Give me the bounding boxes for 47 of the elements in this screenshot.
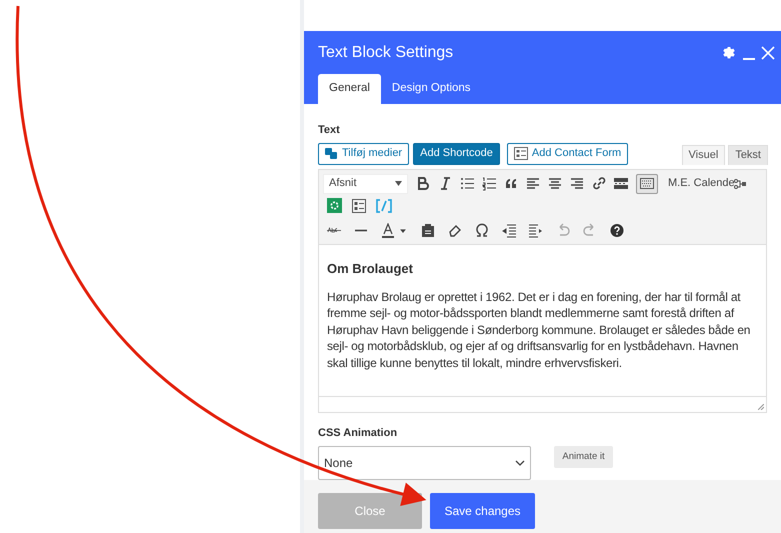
link-icon[interactable] [592,176,606,191]
content-paragraph: Høruphav Brolaug er oprettet i 1962. Det er i dag en forening, der har til formål at fremme sejl- og motor-bådssporten blandt medlemmerne samt forestå driften af Høruphav Havn beliggende i Sønderborg kommune. Brolauget er således både en sejl- og motorbådsklub, og ejer af og driftsansvarlig for en lystbådehavn. Havnen skal tillige kunne benyttes til lokalt, mindre erhvervsfiskeri. [327,289,752,372]
clipboard-icon[interactable] [421,223,435,238]
close-icon[interactable] [761,46,775,60]
tab[interactable]: Design Options [384,74,478,104]
form-icon [514,147,528,160]
align-left-icon[interactable] [526,176,540,191]
content-heading: Om Brolauget [327,260,414,278]
omega-icon[interactable] [475,223,489,238]
bold-icon[interactable] [416,176,430,191]
toolbar-toggle-button[interactable] [636,174,658,194]
shortcode-button[interactable]: Add Shortcode [413,142,500,164]
indent-icon[interactable] [529,223,543,238]
eraser-icon[interactable] [448,223,462,238]
format-select[interactable]: Afsnit [323,174,408,194]
numbered-list-icon[interactable] [482,176,496,191]
caret-icon [395,181,402,186]
window-title: Text Block Settings [318,42,454,62]
italic-icon[interactable] [438,176,452,191]
tab[interactable]: General [318,74,381,104]
outdent-icon[interactable] [502,223,516,238]
settings-icon[interactable] [721,44,737,60]
chevron-icon [515,460,525,466]
network-icon[interactable] [734,178,746,190]
add-media-button[interactable]: Tilføj medier [318,142,410,164]
animate-button[interactable]: Animate it [554,446,613,468]
keyboard-icon [640,178,654,189]
contact-form-button[interactable]: Add Contact Form [506,142,628,164]
editor-tab[interactable]: Tekst [728,144,768,164]
resize-handle-icon[interactable] [758,404,764,410]
align-center-icon[interactable] [548,176,562,191]
animation-select[interactable]: None [318,446,531,480]
field-label: CSS Animation [318,426,398,440]
text-color-icon[interactable] [381,223,395,238]
editor-tab[interactable]: Visuel [682,144,726,164]
media-icon [325,147,338,160]
field-label: Text [318,123,341,138]
bullet-list-icon[interactable] [460,176,474,191]
align-right-icon[interactable] [570,176,584,191]
form-icon[interactable] [352,198,366,212]
help-icon[interactable] [610,223,624,238]
quote-icon[interactable] [504,176,518,191]
gear-icon[interactable] [327,198,342,213]
editor-content[interactable] [318,244,767,396]
read-more-icon[interactable] [614,176,628,191]
save-button[interactable]: Save changes [430,493,535,529]
plugin-label[interactable]: M.E. Calende [668,175,735,192]
